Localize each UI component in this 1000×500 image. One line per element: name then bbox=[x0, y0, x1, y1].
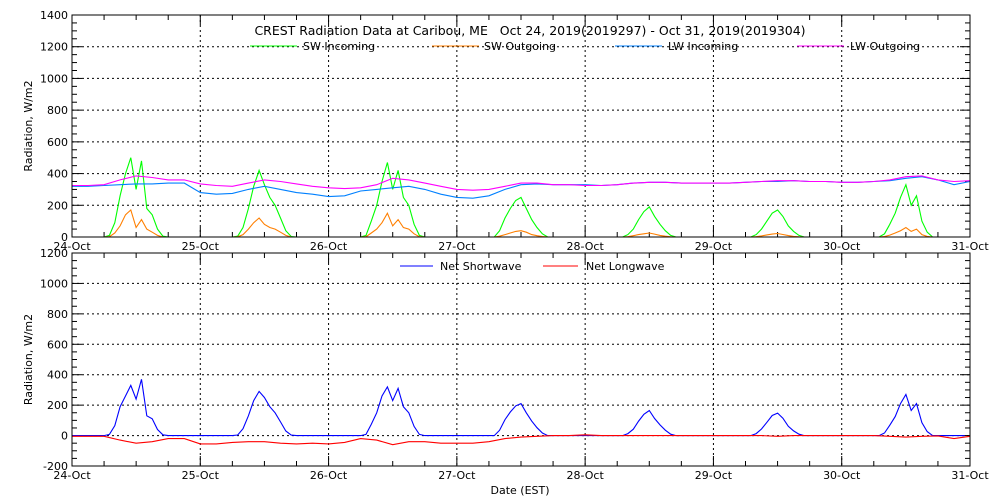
top-panel: 020040060080010001200140024-Oct 25-Oct 26-… bbox=[22, 9, 989, 253]
x-tick-label: 27-Oct bbox=[438, 469, 476, 482]
y-tick-label: 800 bbox=[47, 308, 68, 321]
series-line-net-longwave bbox=[72, 434, 971, 446]
x-tick-label: 31-Oct bbox=[951, 469, 989, 482]
radiation-chart: 0 200 400 600 800 1000 1200 1400 24-Oct 25-Oct 26-… bbox=[22, 9, 989, 497]
x-tick-label: 28-Oct bbox=[566, 469, 604, 482]
x-tick-label: 25-Oct bbox=[182, 469, 220, 482]
x-tick-label: 29-Oct bbox=[695, 240, 733, 253]
y-tick-label: 1000 bbox=[40, 72, 68, 85]
y-tick-label: 600 bbox=[47, 136, 68, 149]
x-tick-label: 27-Oct bbox=[438, 240, 476, 253]
y-tick-label: 1400 bbox=[40, 9, 68, 22]
x-tick-label: 26-Oct bbox=[310, 240, 348, 253]
legend-label: Net Longwave bbox=[586, 260, 665, 273]
y-tick-label: 800 bbox=[47, 104, 68, 117]
y-tick-label: 0 bbox=[61, 430, 68, 443]
x-tick-label: 26-Oct bbox=[310, 469, 348, 482]
x-tick-label: 25-Oct bbox=[182, 240, 220, 253]
y-tick-label: 1200 bbox=[40, 41, 68, 54]
x-tick-label: 30-Oct bbox=[823, 240, 861, 253]
series-line-lw-outgoing bbox=[72, 175, 971, 191]
legend-label: SW Outgoing bbox=[484, 40, 556, 53]
bottom-panel: -20002004006008001000120024-Oct 25-Oct 26-… bbox=[22, 247, 989, 482]
y-axis-label: Radiation, W/m2 bbox=[22, 80, 35, 171]
y-tick-label: 200 bbox=[47, 199, 68, 212]
legend-label: SW Incoming bbox=[303, 40, 375, 53]
x-tick-label: 24-Oct bbox=[53, 469, 91, 482]
y-tick-label: 400 bbox=[47, 168, 68, 181]
series-line-sw-incoming bbox=[72, 157, 965, 238]
x-tick-label: 29-Oct bbox=[695, 469, 733, 482]
x-tick-label: 28-Oct bbox=[566, 240, 604, 253]
y-axis-label: Radiation, W/m2 bbox=[22, 314, 35, 405]
y-tick-label: 200 bbox=[47, 399, 68, 412]
series-line-net-shortwave bbox=[72, 379, 965, 437]
chart-title: CREST Radiation Data at Caribou, ME Oct … bbox=[254, 23, 805, 38]
series-line-sw-outgoing bbox=[72, 209, 965, 238]
legend-label: Net Shortwave bbox=[440, 260, 522, 273]
y-tick-label: 400 bbox=[47, 369, 68, 382]
x-axis-label: Date (EST) bbox=[490, 484, 549, 497]
legend-label: LW Incoming bbox=[668, 40, 738, 53]
legend-label: LW Outgoing bbox=[850, 40, 920, 53]
series-line-lw-incoming bbox=[72, 176, 971, 199]
x-tick-label: 31-Oct bbox=[951, 240, 989, 253]
y-tick-label: 1200 bbox=[40, 247, 68, 260]
y-tick-label: 1000 bbox=[40, 277, 68, 290]
x-tick-label: 30-Oct bbox=[823, 469, 861, 482]
plot-frame bbox=[71, 252, 971, 467]
y-tick-label: 600 bbox=[47, 338, 68, 351]
